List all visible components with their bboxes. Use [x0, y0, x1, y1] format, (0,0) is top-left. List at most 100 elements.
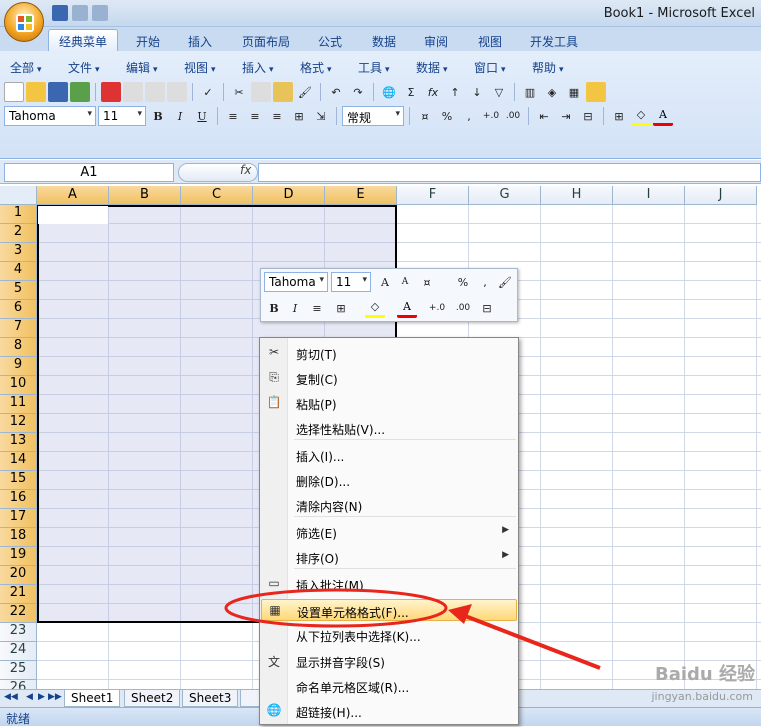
- format-painter-icon[interactable]: 🖌: [295, 82, 315, 102]
- permission-icon[interactable]: [70, 82, 90, 102]
- row-header-3[interactable]: 3: [0, 243, 37, 262]
- row-header-21[interactable]: 21: [0, 585, 37, 604]
- sort-desc-icon[interactable]: ↓: [467, 82, 487, 102]
- copy-icon[interactable]: [251, 82, 271, 102]
- row-header-14[interactable]: 14: [0, 452, 37, 471]
- row-header-20[interactable]: 20: [0, 566, 37, 585]
- chart-icon[interactable]: ▥: [520, 82, 540, 102]
- row-header-15[interactable]: 15: [0, 471, 37, 490]
- save-icon[interactable]: [52, 5, 68, 21]
- active-cell[interactable]: [38, 206, 108, 224]
- row-header-12[interactable]: 12: [0, 414, 37, 433]
- percent-button[interactable]: %: [437, 106, 457, 126]
- increase-decimal-icon[interactable]: +.0: [427, 298, 447, 318]
- menu-tools[interactable]: 工具: [358, 59, 390, 76]
- row-header-6[interactable]: 6: [0, 300, 37, 319]
- column-header-c[interactable]: C: [181, 186, 253, 205]
- underline-button[interactable]: U: [192, 106, 212, 126]
- row-header-13[interactable]: 13: [0, 433, 37, 452]
- number-format-dropdown[interactable]: 常规: [342, 106, 404, 126]
- grow-font-icon[interactable]: A: [375, 272, 395, 292]
- column-header-b[interactable]: B: [109, 186, 181, 205]
- column-header-g[interactable]: G: [469, 186, 541, 205]
- row-header-8[interactable]: 8: [0, 338, 37, 357]
- merge-center-icon[interactable]: ⊟: [477, 298, 497, 318]
- column-header-a[interactable]: A: [37, 186, 109, 205]
- tab-review[interactable]: 审阅: [414, 30, 458, 52]
- spelling-icon[interactable]: ✓: [198, 82, 218, 102]
- select-all-corner[interactable]: [0, 186, 37, 205]
- row-header-4[interactable]: 4: [0, 262, 37, 281]
- new-icon[interactable]: [4, 82, 24, 102]
- menu-format[interactable]: 格式: [300, 59, 332, 76]
- menu-help[interactable]: 帮助: [532, 59, 564, 76]
- context-menu-item[interactable]: ⎘ 复制(C): [261, 367, 517, 389]
- row-header-23[interactable]: 23: [0, 623, 37, 642]
- row-header-5[interactable]: 5: [0, 281, 37, 300]
- mini-percent-button[interactable]: %: [453, 272, 473, 292]
- row-header-22[interactable]: 22: [0, 604, 37, 623]
- context-menu-item[interactable]: 插入(I)...: [261, 444, 517, 466]
- italic-button[interactable]: I: [170, 106, 190, 126]
- row-header-18[interactable]: 18: [0, 528, 37, 547]
- tab-developer[interactable]: 开发工具: [520, 30, 588, 52]
- insert-function-icon[interactable]: fx: [240, 163, 251, 177]
- center-align-icon[interactable]: ≡: [307, 298, 327, 318]
- menu-view[interactable]: 视图: [184, 59, 216, 76]
- context-menu-item[interactable]: 从下拉列表中选择(K)...: [261, 624, 517, 646]
- row-header-11[interactable]: 11: [0, 395, 37, 414]
- merge-center-icon[interactable]: ⊞: [289, 106, 309, 126]
- font-size-dropdown[interactable]: 11: [98, 106, 146, 126]
- context-menu-item[interactable]: ✂ 剪切(T): [261, 342, 517, 364]
- context-menu-item[interactable]: 🌐 超链接(H)...: [261, 700, 517, 722]
- insert-sheet-icon[interactable]: [240, 690, 260, 707]
- column-header-j[interactable]: J: [685, 186, 757, 205]
- mini-size-dropdown[interactable]: 11: [331, 272, 371, 292]
- cut-icon[interactable]: ✂: [229, 82, 249, 102]
- borders-icon[interactable]: ⊞: [609, 106, 629, 126]
- menu-insert[interactable]: 插入: [242, 59, 274, 76]
- context-menu-item[interactable]: 文 显示拼音字段(S): [261, 650, 517, 672]
- shrink-font-icon[interactable]: A: [395, 272, 415, 292]
- context-menu-item[interactable]: 清除内容(N): [261, 494, 517, 516]
- hyperlink-icon[interactable]: 🌐: [379, 82, 399, 102]
- bold-button[interactable]: B: [148, 106, 168, 126]
- borders-icon[interactable]: ⊞: [331, 298, 351, 318]
- sheet-tab-sheet1[interactable]: Sheet1: [64, 690, 121, 707]
- align-center-icon[interactable]: ≡: [245, 106, 265, 126]
- sheet-tab-sheet2[interactable]: Sheet2: [124, 690, 181, 707]
- tab-classic-menu[interactable]: 经典菜单: [48, 29, 119, 51]
- column-header-i[interactable]: I: [613, 186, 685, 205]
- row-header-16[interactable]: 16: [0, 490, 37, 509]
- paste-icon[interactable]: [273, 82, 293, 102]
- tab-formulas[interactable]: 公式: [308, 30, 352, 52]
- sort-asc-icon[interactable]: ↑: [445, 82, 465, 102]
- format-painter-icon[interactable]: 🖌: [495, 272, 515, 292]
- drawing-icon[interactable]: ◈: [542, 82, 562, 102]
- mini-bold-button[interactable]: B: [264, 298, 284, 318]
- name-box[interactable]: A1: [4, 163, 174, 182]
- column-header-e[interactable]: E: [325, 186, 397, 205]
- context-menu-item[interactable]: 选择性粘贴(V)...: [261, 417, 517, 439]
- increase-indent-icon[interactable]: ⇥: [556, 106, 576, 126]
- folder-icon[interactable]: [586, 82, 606, 102]
- currency-icon[interactable]: ¤: [417, 272, 437, 292]
- decrease-decimal-icon[interactable]: .00: [503, 106, 523, 126]
- mini-font-dropdown[interactable]: Tahoma: [264, 272, 328, 292]
- row-header-1[interactable]: 1: [0, 205, 37, 224]
- sheet-tab-sheet3[interactable]: Sheet3: [182, 690, 239, 707]
- prev-sheet-icon[interactable]: ◀: [26, 692, 33, 702]
- context-menu-item[interactable]: 📋 粘贴(P): [261, 392, 517, 414]
- menu-all[interactable]: 全部: [10, 59, 42, 76]
- decrease-decimal-icon[interactable]: .00: [453, 298, 473, 318]
- research-icon[interactable]: [167, 82, 187, 102]
- align-right-icon[interactable]: ≡: [267, 106, 287, 126]
- align-left-icon[interactable]: ≡: [223, 106, 243, 126]
- menu-edit[interactable]: 编辑: [126, 59, 158, 76]
- menu-file[interactable]: 文件: [68, 59, 100, 76]
- row-header-25[interactable]: 25: [0, 661, 37, 680]
- context-menu-item[interactable]: ▭ 插入批注(M): [261, 573, 517, 595]
- fill-color-icon[interactable]: ◇: [365, 298, 385, 318]
- decrease-indent-icon[interactable]: ⇤: [534, 106, 554, 126]
- context-menu-item[interactable]: 删除(D)...: [261, 469, 517, 491]
